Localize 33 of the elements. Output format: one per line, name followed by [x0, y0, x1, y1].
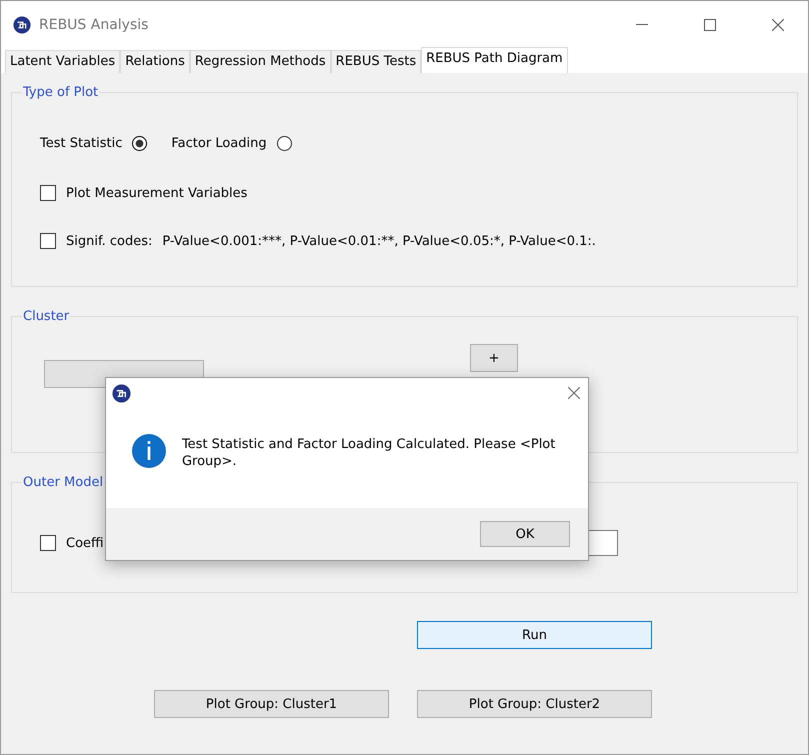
checkbox[interactable] [40, 185, 56, 201]
checkbox-label: Signif. codes: [66, 234, 152, 248]
group-legend: Cluster [22, 309, 70, 324]
tab[interactable]: Regression Methods [190, 50, 331, 73]
checkbox-label: Coeffi [66, 536, 104, 550]
group-legend: Type of Plot [22, 85, 100, 100]
minimize-icon[interactable] [636, 24, 648, 26]
plus-button[interactable]: + [470, 344, 518, 372]
radio-button[interactable] [276, 136, 292, 151]
dialog-message: Test Statistic and Factor Loading Calculated. Please <Plot Group>. [182, 436, 556, 470]
maximize-icon[interactable] [704, 18, 716, 30]
app-logo-icon [13, 16, 31, 34]
run-button[interactable]: Run [417, 621, 652, 649]
close-icon[interactable] [568, 387, 580, 399]
radio-label: Test Statistic [40, 136, 122, 151]
plot-group-button[interactable]: Plot Group: Cluster2 [417, 690, 652, 718]
close-icon[interactable] [772, 18, 784, 30]
ok-button[interactable]: OK [480, 521, 570, 547]
tab[interactable]: Latent Variables [5, 50, 120, 73]
checkbox[interactable] [40, 535, 56, 551]
checkbox[interactable] [40, 233, 56, 249]
plot-group-button[interactable]: Plot Group: Cluster1 [154, 690, 389, 718]
tab[interactable]: REBUS Tests [330, 50, 422, 73]
radio-label: Factor Loading [171, 136, 267, 151]
window-title: REBUS Analysis [39, 16, 150, 32]
radio-button[interactable] [132, 136, 148, 151]
tab[interactable]: REBUS Path Diagram [421, 47, 568, 73]
info-icon [132, 432, 166, 470]
significance-codes-text: P-Value<0.001:***, P-Value<0.01:**, P-Value<0.05:*, P-Value<0.1:. [162, 234, 596, 248]
tab[interactable]: Relations [120, 50, 190, 73]
checkbox-label: Plot Measurement Variables [66, 186, 248, 200]
group-legend: Outer Model [22, 475, 104, 490]
app-logo-icon [112, 384, 131, 402]
